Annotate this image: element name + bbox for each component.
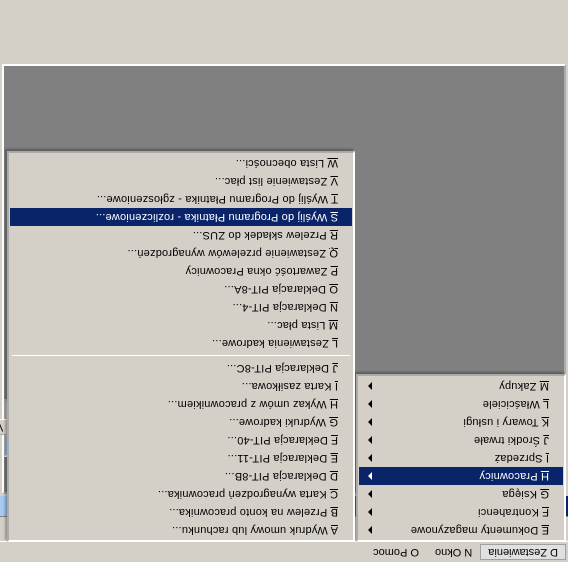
sub-item-t[interactable]: T Wyślij do Programu Płatnika - zgłoszen… — [10, 190, 352, 208]
main-item-m[interactable]: M Zakupy — [359, 377, 563, 395]
menu-bar: D Zestawienia N Okno O Pomoc — [0, 542, 568, 562]
main-item-e[interactable]: E Dokumenty magazynowe — [359, 521, 563, 539]
sub-item-i[interactable]: I Karta zasiłkowa... — [10, 377, 352, 395]
sub-item-n[interactable]: N Deklaracja PIT-4... — [10, 298, 352, 316]
menu-zestawienia[interactable]: D Zestawienia — [480, 544, 566, 560]
menu-okno[interactable]: N Okno — [427, 544, 480, 560]
main-item-g[interactable]: G Księga — [359, 485, 563, 503]
bottom-strip — [0, 44, 568, 62]
sub-item-w[interactable]: W Lista obecności... — [10, 154, 352, 172]
main-item-i[interactable]: I Sprzedaż — [359, 449, 563, 467]
menu-pomoc[interactable]: O Pomoc — [365, 544, 427, 560]
main-item-f[interactable]: F Kontrahenci — [359, 503, 563, 521]
sub-item-a[interactable]: A Wydruk umowy lub rachunku... — [10, 521, 352, 539]
sub-item-f[interactable]: F Deklaracja PIT-40... — [10, 431, 352, 449]
sub-item-d[interactable]: D Deklaracja PIT-8B... — [10, 467, 352, 485]
sub-item-s[interactable]: S Wyślij do Programu Płatnika - rozlicze… — [10, 208, 352, 226]
sub-item-v[interactable]: V Zestawienie list płac... — [10, 172, 352, 190]
sub-item-p[interactable]: P Zawartość okna Pracownicy — [10, 262, 352, 280]
sub-item-e[interactable]: E Deklaracja PIT-11... — [10, 449, 352, 467]
dropdown-zestawienia: E Dokumenty magazynoweF KontrahenciG Ksi… — [356, 374, 566, 542]
dropdown-pracownicy: A Wydruk umowy lub rachunku...B Przelew … — [7, 151, 355, 542]
sub-item-j[interactable]: J Deklaracja PIT-8C... — [10, 359, 352, 377]
sub-item-c[interactable]: C Karta wynagrodzeń pracownika... — [10, 485, 352, 503]
sub-item-o[interactable]: O Deklaracja PIT-8A... — [10, 280, 352, 298]
sub-item-g[interactable]: G Wydruki kadrowe... — [10, 413, 352, 431]
main-item-k[interactable]: K Towary i usługi — [359, 413, 563, 431]
menu-separator — [12, 355, 350, 356]
sub-item-m[interactable]: M Lista płac... — [10, 316, 352, 334]
sub-item-h[interactable]: H Wykaz umów z pracownikiem... — [10, 395, 352, 413]
sub-item-q[interactable]: Q Zestawienie przelewów wynagrodzeń... — [10, 244, 352, 262]
main-item-h[interactable]: H Pracownicy — [359, 467, 563, 485]
sub-item-r[interactable]: R Przelew składek do ZUS... — [10, 226, 352, 244]
sub-item-l[interactable]: L Zestawienia kadrowe... — [10, 334, 352, 352]
main-item-l[interactable]: L Właściciele — [359, 395, 563, 413]
sub-item-b[interactable]: B Przelew na konto pracownika... — [10, 503, 352, 521]
main-item-j[interactable]: J Środki trwałe — [359, 431, 563, 449]
